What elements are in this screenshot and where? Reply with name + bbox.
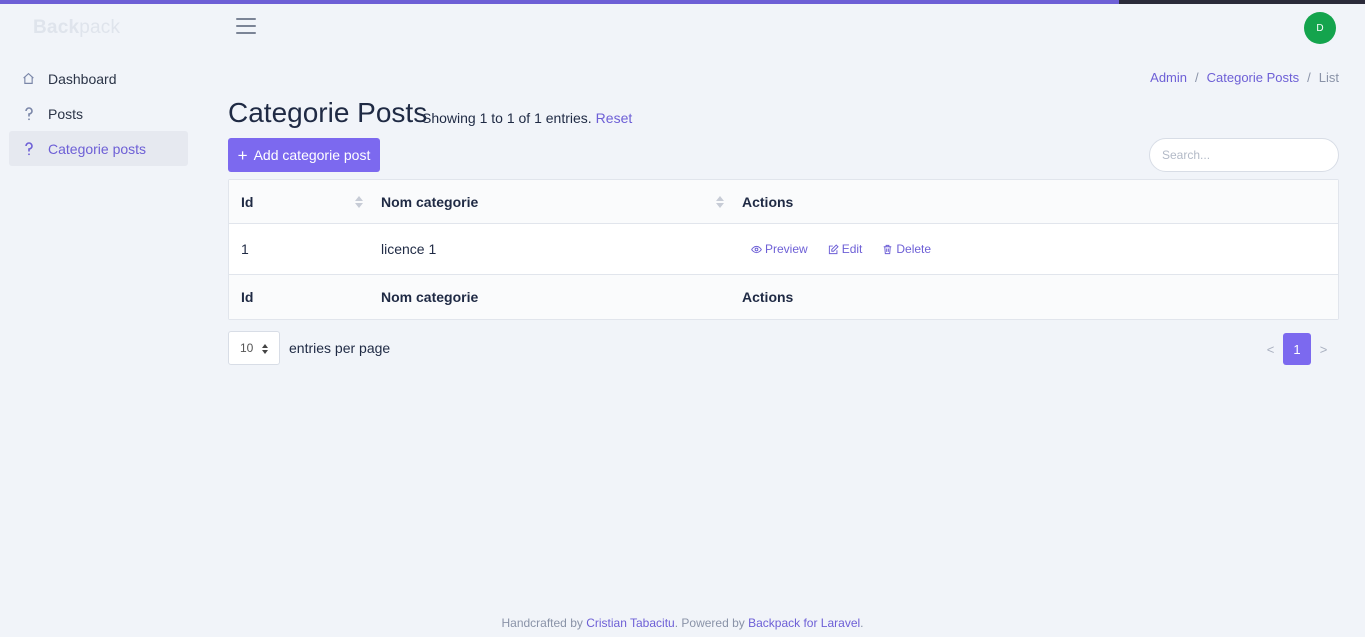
column-header-id[interactable]: Id <box>229 180 369 223</box>
data-table: Id Nom categorie Actions 1 licence 1 Pre… <box>228 179 1339 320</box>
avatar[interactable]: D <box>1304 12 1336 44</box>
table-header-row: Id Nom categorie Actions <box>229 180 1338 224</box>
delete-button[interactable]: Delete <box>882 242 931 256</box>
entries-per-page-label: entries per page <box>289 340 391 356</box>
edit-icon <box>828 243 839 254</box>
page-title: Categorie Posts <box>228 97 428 128</box>
column-header-actions: Actions <box>730 180 1338 223</box>
per-page-value: 10 <box>240 341 254 355</box>
cell-nom-categorie: licence 1 <box>381 241 437 257</box>
table-row: 1 licence 1 Preview Edit Delete <box>229 224 1338 275</box>
pagination: < 1 > <box>1258 333 1336 365</box>
page-1-button[interactable]: 1 <box>1283 333 1311 365</box>
question-icon <box>22 106 35 121</box>
footer-suffix: . <box>860 616 864 630</box>
breadcrumb-separator: / <box>1195 70 1199 85</box>
footer-prefix: Handcrafted by <box>501 616 583 630</box>
showing-text: Showing 1 to 1 of 1 entries. <box>422 110 592 126</box>
column-header-label: Id <box>241 193 254 210</box>
eye-icon <box>751 245 762 253</box>
edit-label: Edit <box>841 242 863 256</box>
sidebar-item-categorie-posts[interactable]: Categorie posts <box>9 131 188 166</box>
loading-progress-bar <box>0 0 1119 4</box>
preview-button[interactable]: Preview <box>751 242 808 256</box>
column-header-label: Actions <box>742 193 794 210</box>
cell-actions: Preview Edit Delete <box>730 224 1338 274</box>
footer-author-link[interactable]: Cristian Tabacitu <box>586 616 675 630</box>
sidebar-item-posts[interactable]: Posts <box>9 96 188 131</box>
footer: Handcrafted by Cristian Tabacitu. Powere… <box>0 616 1365 630</box>
plus-icon: + <box>237 145 248 165</box>
add-button-label: Add categorie post <box>253 147 371 163</box>
trash-icon <box>884 244 892 254</box>
previous-page-button[interactable]: < <box>1258 333 1283 365</box>
sidebar-item-label: Dashboard <box>48 70 117 87</box>
sidebar-item-label: Categorie posts <box>48 140 147 157</box>
question-icon <box>22 141 35 156</box>
sort-icon[interactable] <box>355 195 363 208</box>
next-page-button[interactable]: > <box>1311 333 1336 365</box>
sidebar: Dashboard Posts Categorie posts <box>9 61 188 166</box>
column-footer-nom-categorie: Nom categorie <box>381 289 479 305</box>
cell-id: 1 <box>241 241 249 257</box>
delete-label: Delete <box>896 242 932 256</box>
sidebar-item-dashboard[interactable]: Dashboard <box>9 61 188 96</box>
sort-icon[interactable] <box>716 195 724 208</box>
reset-link[interactable]: Reset <box>596 110 633 126</box>
showing-entries-text: Showing 1 to 1 of 1 entries. Reset <box>422 110 632 126</box>
preview-label: Preview <box>765 242 808 256</box>
search-input[interactable] <box>1149 138 1339 172</box>
column-header-nom-categorie[interactable]: Nom categorie <box>369 180 730 223</box>
home-icon <box>22 72 35 85</box>
table-footer-row: Id Nom categorie Actions <box>229 275 1338 319</box>
menu-toggle-icon[interactable] <box>236 18 256 36</box>
add-categorie-post-button[interactable]: + Add categorie post <box>228 138 380 172</box>
column-footer-actions: Actions <box>742 289 794 305</box>
entries-per-page-select[interactable]: 10 <box>228 331 280 365</box>
sidebar-item-label: Posts <box>48 105 84 122</box>
breadcrumb-admin[interactable]: Admin <box>1150 70 1187 85</box>
select-arrows-icon <box>262 344 268 354</box>
breadcrumb-list: List <box>1318 70 1339 85</box>
column-header-label: Nom categorie <box>381 193 479 210</box>
footer-product-link[interactable]: Backpack for Laravel <box>748 616 860 630</box>
breadcrumb-categorie-posts[interactable]: Categorie Posts <box>1207 70 1300 85</box>
brand-logo[interactable]: Backpack <box>33 17 120 39</box>
breadcrumb-separator: / <box>1307 70 1311 85</box>
breadcrumb: Admin / Categorie Posts / List <box>1150 70 1339 85</box>
column-footer-id: Id <box>241 289 254 305</box>
footer-middle: . Powered by <box>674 616 745 630</box>
edit-button[interactable]: Edit <box>828 242 863 256</box>
